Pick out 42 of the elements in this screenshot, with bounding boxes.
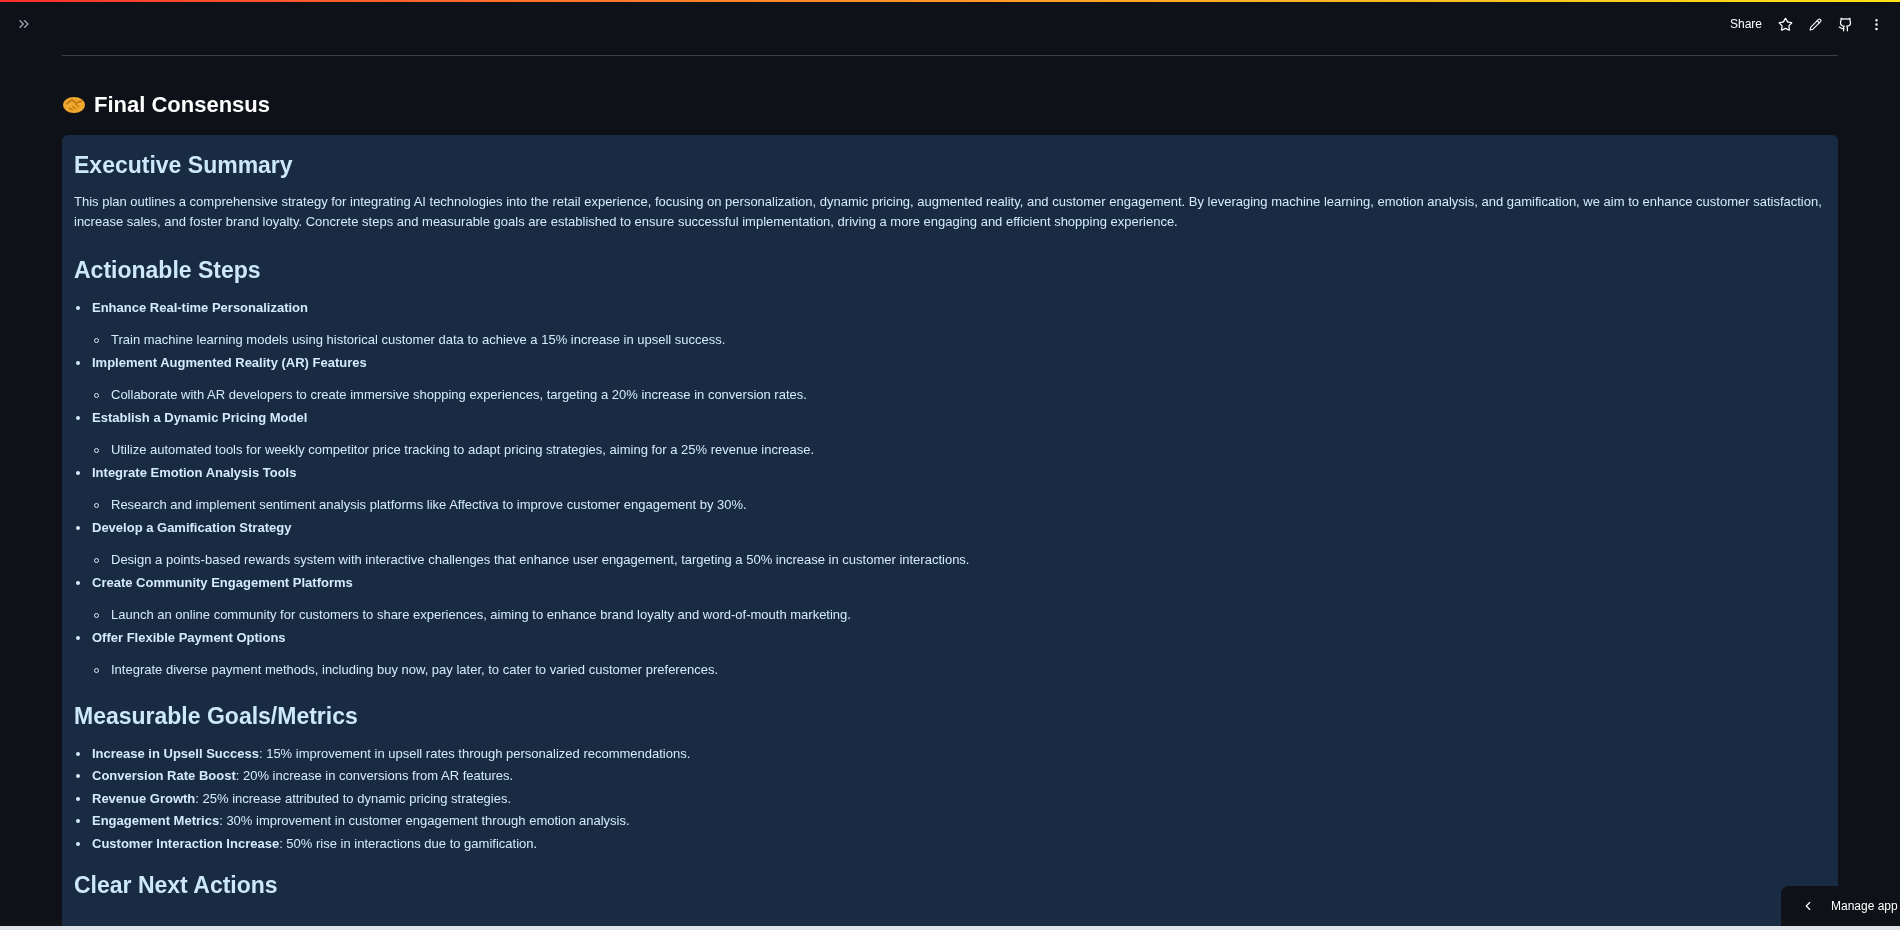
manage-app-button[interactable]: Manage app (1781, 886, 1900, 926)
metric-item: Revenue Growth: 25% increase attributed to dynamic pricing strategies. (92, 789, 512, 808)
metric-item: Increase in Upsell Success: 15% improvement in upsell rates through personalized recommendations. (92, 744, 691, 763)
bullet-icon (76, 636, 80, 640)
bullet-icon (76, 361, 80, 365)
section-heading: Measurable Goals/Metrics (74, 701, 358, 731)
step-detail: Launch an online community for customers to share experiences, aiming to enhance brand loyalty and word-of-mouth marketing. (111, 606, 851, 625)
step-title: Enhance Real-time Personalization (92, 299, 308, 318)
metric-item: Customer Interaction Increase: 50% rise in interactions due to gamification. (92, 834, 538, 853)
share-button[interactable]: Share (1729, 15, 1762, 33)
bullet-icon (76, 751, 80, 756)
step-detail: Design a points-based rewards system with interactive challenges that enhance user engagement, targeting a 50% increase in customer interactions. (111, 551, 970, 570)
bullet-icon (76, 819, 80, 823)
step-title: Create Community Engagement Platforms (92, 574, 353, 593)
bullet-icon (76, 841, 80, 846)
step-title: Implement Augmented Reality (AR) Features (92, 354, 367, 373)
section-heading: Clear Next Actions (74, 870, 278, 900)
bullet-icon (76, 774, 80, 778)
section-heading: Executive Summary (74, 151, 293, 180)
bullet-icon (76, 416, 80, 420)
github-icon[interactable] (1838, 16, 1853, 32)
bullet-icon (76, 471, 80, 475)
section-heading: Actionable Steps (74, 255, 261, 285)
bullet-icon (76, 306, 80, 310)
step-title: Establish a Dynamic Pricing Model (92, 409, 308, 428)
bullet-icon (76, 796, 80, 801)
section-title: Final Consensus (94, 91, 271, 119)
step-detail: Research and implement sentiment analysis platforms like Affectiva to improve customer engagement by 30%. (111, 496, 747, 515)
step-title: Integrate Emotion Analysis Tools (92, 464, 297, 483)
step-title: Offer Flexible Payment Options (92, 629, 286, 648)
metric-item: Engagement Metrics: 30% improvement in customer engagement through emotion analysis. (92, 812, 630, 831)
edit-icon[interactable] (1809, 17, 1822, 31)
step-title: Develop a Gamification Strategy (92, 519, 292, 538)
step-detail: Train machine learning models using historical customer data to achieve a 15% increase in upsell success. (111, 331, 726, 350)
metric-item: Conversion Rate Boost: 20% increase in conversions from AR features. (92, 767, 514, 786)
summary-paragraph: This plan outlines a comprehensive strategy for integrating AI technologies into the retail experience, focusing on personalization, dynamic pricing, augmented reality, and customer engagement. By leveraging machine learning, emotion analysis, and gamification, we aim to enhance customer satisfaction, increase sales, and foster brand loyalty. Concrete steps and measurable goals are established to ensure successful implementation, driving a more engaging and efficient shopping experience. (74, 192, 1823, 231)
bullet-icon (76, 581, 80, 585)
star-icon[interactable] (1778, 16, 1793, 32)
step-detail: Utilize automated tools for weekly competitor price tracking to adapt pricing strategies, aiming for a 25% revenue increase. (111, 441, 815, 460)
step-detail: Collaborate with AR developers to create immersive shopping experiences, targeting a 20% increase in conversion rates. (111, 386, 807, 405)
bullet-icon (76, 526, 80, 530)
step-detail: Integrate diverse payment methods, including buy now, pay later, to cater to varied customer preferences. (111, 661, 718, 680)
